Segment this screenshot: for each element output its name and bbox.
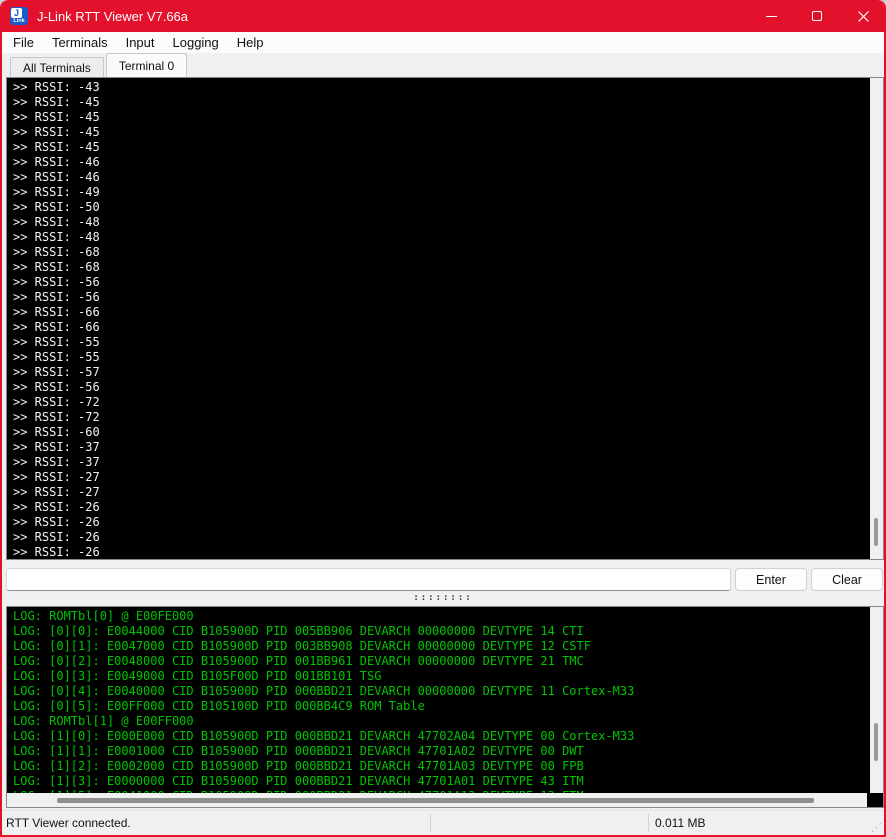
terminal-line: >> RSSI: -27	[13, 485, 870, 500]
terminal-line: >> RSSI: -46	[13, 155, 870, 170]
terminal-output-pane[interactable]: >> RSSI: -43>> RSSI: -45>> RSSI: -45>> R…	[6, 77, 884, 560]
pane-splitter[interactable]: ::::::::	[2, 593, 884, 604]
terminal-line: >> RSSI: -45	[13, 110, 870, 125]
splitter-handle-icon: ::::::::	[413, 594, 472, 603]
titlebar[interactable]: J Link J-Link RTT Viewer V7.66a	[0, 0, 886, 32]
log-line: LOG: [0][1]: E0047000 CID B105900D PID 0…	[13, 639, 870, 654]
log-vscrollbar-thumb[interactable]	[874, 723, 878, 761]
terminal-line: >> RSSI: -72	[13, 410, 870, 425]
terminal-line: >> RSSI: -26	[13, 545, 870, 559]
input-row: Enter Clear	[6, 568, 880, 591]
log-line: LOG: [1][1]: E0001000 CID B105900D PID 0…	[13, 744, 870, 759]
terminal-line: >> RSSI: -55	[13, 350, 870, 365]
menu-input[interactable]: Input	[117, 32, 164, 53]
terminal-output: >> RSSI: -43>> RSSI: -45>> RSSI: -45>> R…	[7, 78, 870, 559]
terminal-line: >> RSSI: -26	[13, 500, 870, 515]
menubar: File Terminals Input Logging Help	[2, 32, 884, 53]
log-line: LOG: [0][0]: E0044000 CID B105900D PID 0…	[13, 624, 870, 639]
menu-help[interactable]: Help	[228, 32, 273, 53]
statusbar-separator	[648, 814, 649, 832]
log-line: LOG: ROMTbl[1] @ E00FF000	[13, 714, 870, 729]
log-line: LOG: [0][5]: E00FF000 CID B105100D PID 0…	[13, 699, 870, 714]
clear-button[interactable]: Clear	[811, 568, 883, 591]
terminal-line: >> RSSI: -48	[13, 230, 870, 245]
close-button[interactable]	[840, 0, 886, 32]
terminal-line: >> RSSI: -55	[13, 335, 870, 350]
terminal-line: >> RSSI: -66	[13, 320, 870, 335]
jlink-rtt-viewer-window: J Link J-Link RTT Viewer V7.66a File Ter…	[0, 0, 886, 837]
window-controls	[748, 0, 886, 32]
terminal-tabbar: All Terminals Terminal 0	[2, 53, 884, 77]
terminal-line: >> RSSI: -45	[13, 95, 870, 110]
terminal-line: >> RSSI: -45	[13, 140, 870, 155]
terminal-line: >> RSSI: -66	[13, 305, 870, 320]
log-line: LOG: [1][2]: E0002000 CID B105900D PID 0…	[13, 759, 870, 774]
terminal-line: >> RSSI: -68	[13, 260, 870, 275]
log-line: LOG: [1][3]: E0000000 CID B105900D PID 0…	[13, 774, 870, 789]
menu-logging[interactable]: Logging	[164, 32, 228, 53]
terminal-line: >> RSSI: -60	[13, 425, 870, 440]
terminal-input-field[interactable]	[6, 568, 731, 591]
terminal-line: >> RSSI: -56	[13, 290, 870, 305]
minimize-icon	[766, 16, 777, 17]
log-line: LOG: [0][3]: E0049000 CID B105F00D PID 0…	[13, 669, 870, 684]
log-line: LOG: [0][2]: E0048000 CID B105900D PID 0…	[13, 654, 870, 669]
statusbar-separator	[430, 814, 431, 832]
terminal-line: >> RSSI: -43	[13, 80, 870, 95]
terminal-line: >> RSSI: -50	[13, 200, 870, 215]
terminal-line: >> RSSI: -68	[13, 245, 870, 260]
terminal-line: >> RSSI: -49	[13, 185, 870, 200]
terminal-line: >> RSSI: -45	[13, 125, 870, 140]
scrollbar-corner	[867, 793, 883, 807]
maximize-button[interactable]	[794, 0, 840, 32]
terminal-line: >> RSSI: -57	[13, 365, 870, 380]
log-horizontal-scrollbar[interactable]	[7, 793, 867, 807]
terminal-line: >> RSSI: -56	[13, 275, 870, 290]
terminal-line: >> RSSI: -37	[13, 455, 870, 470]
terminal-line: >> RSSI: -72	[13, 395, 870, 410]
enter-button[interactable]: Enter	[735, 568, 807, 591]
tab-terminal-0[interactable]: Terminal 0	[106, 53, 187, 77]
log-line: LOG: [1][0]: E000E000 CID B105900D PID 0…	[13, 729, 870, 744]
terminal-vertical-scrollbar[interactable]	[870, 78, 883, 559]
menu-file[interactable]: File	[4, 32, 43, 53]
log-line: LOG: [0][4]: E0040000 CID B105900D PID 0…	[13, 684, 870, 699]
terminal-line: >> RSSI: -26	[13, 515, 870, 530]
terminal-line: >> RSSI: -48	[13, 215, 870, 230]
log-hscrollbar-thumb[interactable]	[57, 798, 814, 803]
terminal-line: >> RSSI: -46	[13, 170, 870, 185]
tab-all-terminals[interactable]: All Terminals	[10, 57, 104, 77]
window-title: J-Link RTT Viewer V7.66a	[37, 9, 188, 24]
maximize-icon	[812, 11, 822, 21]
minimize-button[interactable]	[748, 0, 794, 32]
resize-grip-icon[interactable]: ⋰	[871, 823, 882, 834]
jlink-icon-word: Link	[10, 18, 28, 25]
menu-terminals[interactable]: Terminals	[43, 32, 117, 53]
log-output: LOG: ROMTbl[0] @ E00FE000LOG: [0][0]: E0…	[7, 607, 870, 793]
terminal-line: >> RSSI: -27	[13, 470, 870, 485]
close-icon	[858, 11, 869, 22]
jlink-icon-letter: J	[11, 8, 22, 18]
terminal-line: >> RSSI: -26	[13, 530, 870, 545]
log-line: LOG: ROMTbl[0] @ E00FE000	[13, 609, 870, 624]
data-size-indicator: 0.011 MB	[655, 816, 705, 830]
terminal-line: >> RSSI: -56	[13, 380, 870, 395]
log-output-pane[interactable]: LOG: ROMTbl[0] @ E00FE000LOG: [0][0]: E0…	[6, 606, 884, 808]
connection-status: RTT Viewer connected.	[6, 816, 131, 830]
terminal-line: >> RSSI: -37	[13, 440, 870, 455]
statusbar: RTT Viewer connected. 0.011 MB ⋰	[2, 810, 884, 835]
log-vertical-scrollbar[interactable]	[870, 607, 883, 793]
jlink-app-icon: J Link	[10, 7, 28, 25]
terminal-scrollbar-thumb[interactable]	[874, 518, 878, 546]
